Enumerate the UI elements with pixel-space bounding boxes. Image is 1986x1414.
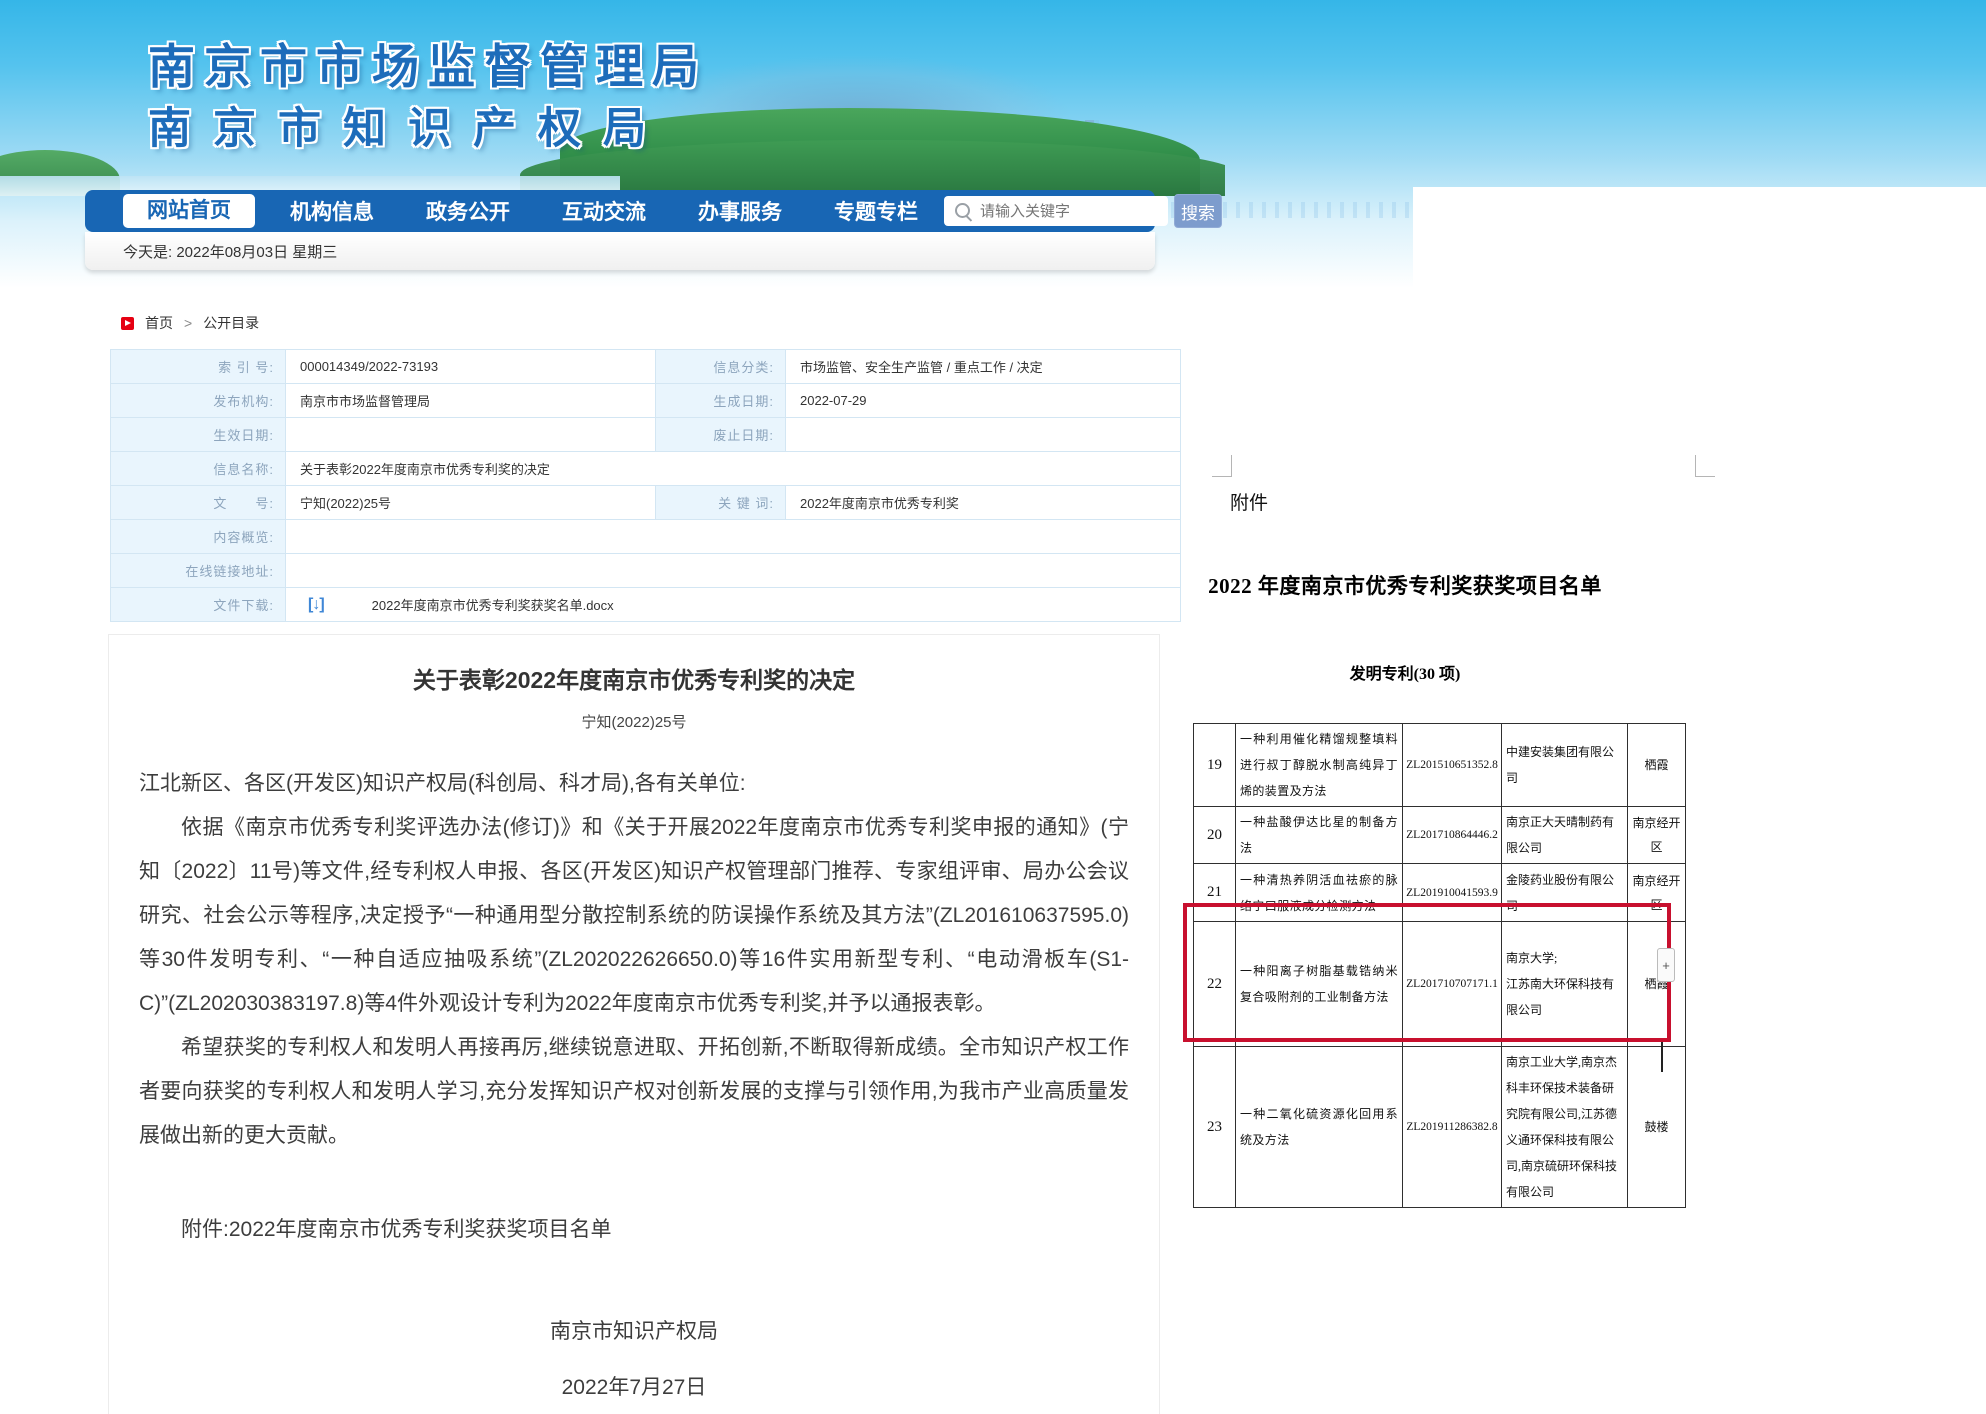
date-bar: 今天是: 2022年08月03日 星期三: [85, 232, 1155, 270]
org-name-line2: 南京市知识产权局: [148, 102, 708, 158]
document-sign-date: 2022年7月27日: [139, 1366, 1129, 1410]
patent-number: ZL201911286382.8: [1403, 1047, 1502, 1208]
meta-label-create-date: 生成日期:: [656, 384, 786, 418]
main-navbar: 网站首页 机构信息 政务公开 互动交流 办事服务 专题专栏 搜索: [85, 190, 1155, 232]
meta-value-publisher: 南京市市场监督管理局: [286, 384, 656, 418]
document-signer: 南京市知识产权局: [139, 1310, 1129, 1354]
patent-title: 一种盐酸伊达比星的制备方法: [1236, 807, 1403, 864]
table-row: 发布机构: 南京市市场监督管理局 生成日期: 2022-07-29: [111, 384, 1181, 418]
attachment-title: 2022 年度南京市优秀专利奖获奖项目名单: [1180, 570, 1630, 600]
meta-label-effective-date: 生效日期:: [111, 418, 286, 452]
attachment-preview-window: 附件 2022 年度南京市优秀专利奖获奖项目名单 发明专利(30 项) 19 一…: [1160, 0, 1986, 1414]
search-input[interactable]: [944, 196, 1168, 226]
search-icon: [955, 203, 970, 218]
patent-row-number: 23: [1194, 1047, 1236, 1208]
official-document: 关于表彰2022年度南京市优秀专利奖的决定 宁知(2022)25号 江北新区、各…: [108, 634, 1160, 1414]
download-icon: [↓]: [308, 596, 324, 614]
document-paragraph-2: 希望获奖的专利权人和发明人再接再厉,继续锐意进取、开拓创新,不断取得新成绩。全市…: [139, 1026, 1129, 1158]
table-row: 20 一种盐酸伊达比星的制备方法 ZL201710864446.2 南京正大天晴…: [1194, 807, 1686, 864]
patent-title: 一种二氧化硫资源化回用系统及方法: [1236, 1047, 1403, 1208]
meta-value-keywords: 2022年度南京市优秀专利奖: [786, 486, 1181, 520]
meta-label-keywords: 关 键 词:: [656, 486, 786, 520]
patent-owner: 南京正大天晴制药有限公司: [1502, 807, 1628, 864]
patent-owner: 中建安装集团有限公司: [1502, 724, 1628, 807]
table-row: 在线链接地址:: [111, 554, 1181, 588]
nav-tab-interaction[interactable]: 互动交流: [545, 196, 663, 226]
nav-tab-org-info[interactable]: 机构信息: [273, 196, 391, 226]
page: 南京市市场监督管理局 南京市知识产权局 网站首页 机构信息 政务公开 互动交流 …: [0, 0, 1986, 1414]
meta-value-doc-no: 宁知(2022)25号: [286, 486, 656, 520]
nav-tab-home[interactable]: 网站首页: [123, 194, 255, 228]
table-row: 索 引 号: 000014349/2022-73193 信息分类: 市场监管、安…: [111, 350, 1181, 384]
highlight-rectangle: [1183, 903, 1671, 1042]
meta-value-online-link: [286, 554, 1181, 588]
document-paragraph-1: 依据《南京市优秀专利奖评选办法(修订)》和《关于开展2022年度南京市优秀专利奖…: [139, 806, 1129, 1026]
file-download-cell: [↓] 2022年度南京市优秀专利奖获奖名单.docx: [286, 588, 1181, 622]
patent-district: 栖霞: [1628, 724, 1686, 807]
document-meta-table: 索 引 号: 000014349/2022-73193 信息分类: 市场监管、安…: [110, 349, 1181, 622]
meta-value-create-date: 2022-07-29: [786, 384, 1181, 418]
meta-value-info-name: 关于表彰2022年度南京市优秀专利奖的决定: [286, 452, 1181, 486]
breadcrumb-icon: [121, 317, 134, 330]
patent-district: 南京经开区: [1628, 807, 1686, 864]
patent-owner: 南京工业大学,南京杰科丰环保技术装备研究院有限公司,江苏德义通环保科技有限公司,…: [1502, 1047, 1628, 1208]
breadcrumb: 首页 > 公开目录: [121, 313, 259, 333]
patent-district: 鼓楼: [1628, 1047, 1686, 1208]
search-box: [944, 196, 1168, 226]
patent-number: ZL201710864446.2: [1403, 807, 1502, 864]
nav-tab-gov-affairs[interactable]: 政务公开: [409, 196, 527, 226]
meta-label-online-link: 在线链接地址:: [111, 554, 286, 588]
breadcrumb-current: 公开目录: [203, 313, 259, 333]
meta-label-summary: 内容概览:: [111, 520, 286, 554]
patent-number: ZL201510651352.8: [1403, 724, 1502, 807]
meta-value-category: 市场监管、安全生产监管 / 重点工作 / 决定: [786, 350, 1181, 384]
patent-title: 一种利用催化精馏规整填料进行叔丁醇脱水制高纯异丁烯的装置及方法: [1236, 724, 1403, 807]
page-margin-mark-right: [1695, 455, 1715, 477]
meta-label-expiry-date: 废止日期:: [656, 418, 786, 452]
download-file-link[interactable]: 2022年度南京市优秀专利奖获奖名单.docx: [372, 595, 614, 614]
document-body: 江北新区、各区(开发区)知识产权局(科创局、科才局),各有关单位: 依据《南京市…: [139, 762, 1129, 1410]
site-logo: 南京市市场监督管理局 南京市知识产权局: [148, 40, 708, 158]
meta-label-info-name: 信息名称:: [111, 452, 286, 486]
meta-value-summary: [286, 520, 1181, 554]
document-attachment-line: 附件:2022年度南京市优秀专利奖获奖项目名单: [139, 1208, 1129, 1252]
patent-row-number: 20: [1194, 807, 1236, 864]
nav-tab-services[interactable]: 办事服务: [681, 196, 799, 226]
meta-value-effective-date: [286, 418, 656, 452]
table-row: 信息名称: 关于表彰2022年度南京市优秀专利奖的决定: [111, 452, 1181, 486]
text-cursor: [1661, 1042, 1663, 1072]
document-number: 宁知(2022)25号: [139, 711, 1129, 732]
breadcrumb-home[interactable]: 首页: [145, 313, 173, 333]
breadcrumb-separator: >: [184, 315, 192, 331]
attachment-section-heading: 发明专利(30 项): [1180, 660, 1630, 684]
meta-value-expiry-date: [786, 418, 1181, 452]
today-text: 今天是: 2022年08月03日 星期三: [123, 241, 337, 262]
table-row: 19 一种利用催化精馏规整填料进行叔丁醇脱水制高纯异丁烯的装置及方法 ZL201…: [1194, 724, 1686, 807]
attachment-label: 附件: [1230, 488, 1268, 515]
table-row: 23 一种二氧化硫资源化回用系统及方法 ZL201911286382.8 南京工…: [1194, 1047, 1686, 1208]
patent-row-number: 19: [1194, 724, 1236, 807]
document-title: 关于表彰2022年度南京市优秀专利奖的决定: [139, 661, 1129, 695]
document-salutation: 江北新区、各区(开发区)知识产权局(科创局、科才局),各有关单位:: [139, 762, 1129, 806]
page-margin-mark-left: [1212, 455, 1232, 477]
nav-tab-special-columns[interactable]: 专题专栏: [817, 196, 935, 226]
org-name-line1: 南京市市场监督管理局: [148, 40, 708, 96]
table-row: 生效日期: 废止日期:: [111, 418, 1181, 452]
meta-label-publisher: 发布机构:: [111, 384, 286, 418]
table-row: 文 号: 宁知(2022)25号 关 键 词: 2022年度南京市优秀专利奖: [111, 486, 1181, 520]
comment-plus-marker[interactable]: +: [1657, 948, 1675, 982]
table-row: 内容概览:: [111, 520, 1181, 554]
meta-value-index-no: 000014349/2022-73193: [286, 350, 656, 384]
meta-label-file-download: 文件下载:: [111, 588, 286, 622]
meta-label-index-no: 索 引 号:: [111, 350, 286, 384]
meta-label-category: 信息分类:: [656, 350, 786, 384]
table-row: 文件下载: [↓] 2022年度南京市优秀专利奖获奖名单.docx: [111, 588, 1181, 622]
meta-label-doc-no: 文 号:: [111, 486, 286, 520]
